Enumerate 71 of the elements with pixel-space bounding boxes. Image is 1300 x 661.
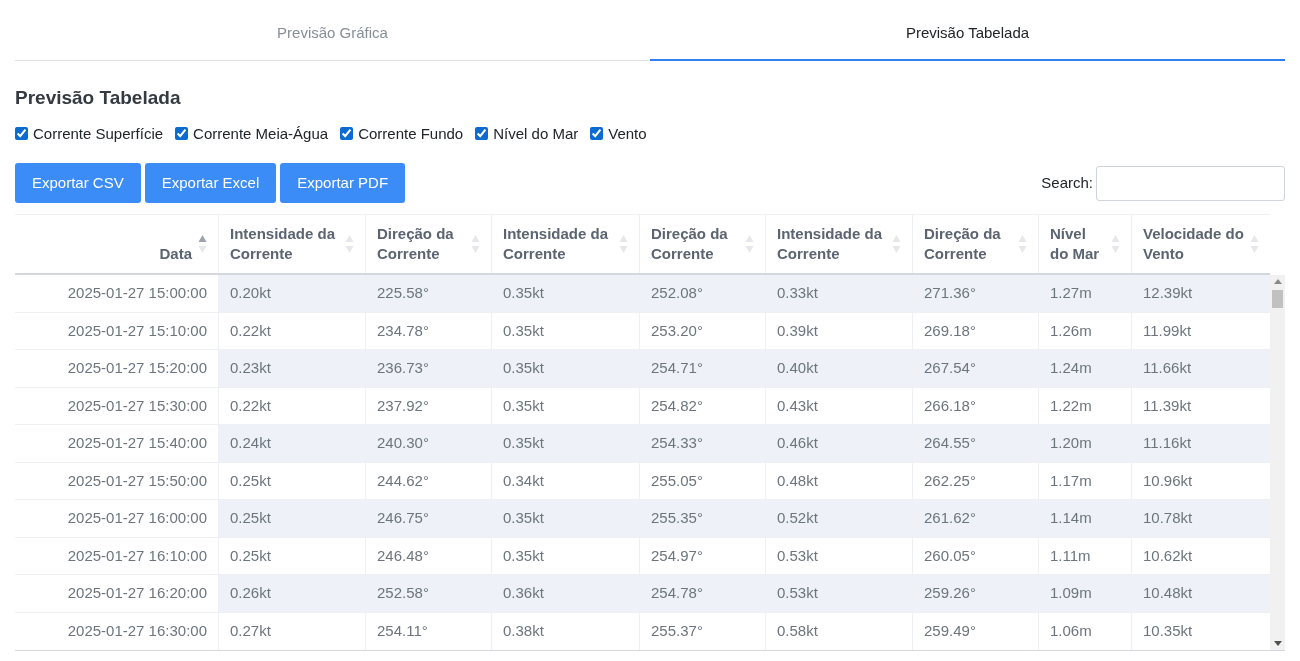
table-cell: 1.27m [1038,275,1131,312]
table-cell: 0.25kt [218,500,365,537]
checkbox-label: Corrente Superfície [33,123,164,144]
table-cell: 1.14m [1038,500,1131,537]
table-cell: 254.78° [639,575,765,612]
checkbox-label: Vento [608,123,647,144]
search-label: Search: [1041,172,1093,193]
section-heading: Previsão Tabelada [15,86,182,110]
column-header[interactable]: Nível do Mar [1038,215,1131,273]
table-cell: 259.26° [912,575,1038,612]
table-cell: 0.36kt [491,575,639,612]
tab[interactable]: Previsão Gráfica [15,0,650,61]
column-header[interactable]: Data [15,215,218,273]
checkbox-label: Corrente Fundo [358,123,464,144]
checkbox[interactable] [475,127,489,141]
tab[interactable]: Previsão Tabelada [650,0,1285,61]
export-button[interactable]: Exportar Excel [144,163,277,203]
checkbox-label: Nível do Mar [493,123,579,144]
table-cell: 11.16kt [1131,425,1270,462]
column-header[interactable]: Intensidade da Corrente [765,215,912,273]
table-cell: 11.66kt [1131,350,1270,387]
table-cell: 0.35kt [491,350,639,387]
checkbox[interactable] [590,127,604,141]
column-header[interactable]: Direção da Corrente [639,215,765,273]
table-cell: 0.33kt [765,275,912,312]
table-cell: 0.35kt [491,275,639,312]
checkbox[interactable] [175,127,189,141]
table-cell: 0.35kt [491,425,639,462]
table-cell: 0.26kt [218,575,365,612]
table-cell: 12.39kt [1131,275,1270,312]
table-cell: 236.73° [365,350,491,387]
table-cell: 10.78kt [1131,500,1270,537]
table-cell: 0.52kt [765,500,912,537]
table-cell: 10.48kt [1131,575,1270,612]
table-cell: 267.54° [912,350,1038,387]
column-header[interactable]: Direção da Corrente [912,215,1038,273]
table-cell: 261.62° [912,500,1038,537]
table-cell: 0.40kt [765,350,912,387]
table-cell: 264.55° [912,425,1038,462]
table-cell: 0.23kt [218,350,365,387]
table-cell: 271.36° [912,275,1038,312]
table-cell: 252.08° [639,275,765,312]
table-cell: 225.58° [365,275,491,312]
table-cell: 0.46kt [765,425,912,462]
column-header[interactable]: Intensidade da Corrente [218,215,365,273]
scroll-up-icon[interactable] [1273,279,1282,284]
checkbox[interactable] [340,127,354,141]
scrollbar-thumb[interactable] [1272,290,1283,308]
column-header[interactable]: Velocidade do Vento [1131,215,1270,273]
table-cell: 252.58° [365,575,491,612]
table-cell: 246.75° [365,500,491,537]
export-button[interactable]: Exportar CSV [15,163,141,203]
scrollbar[interactable] [1270,275,1285,650]
table-cell: 240.30° [365,425,491,462]
column-header[interactable]: Direção da Corrente [365,215,491,273]
checkbox[interactable] [15,127,28,141]
table-cell: 0.35kt [491,500,639,537]
table-cell: 1.09m [1038,575,1131,612]
table-cell: 1.24m [1038,350,1131,387]
table-cell: 0.20kt [218,275,365,312]
column-header[interactable]: Intensidade da Corrente [491,215,639,273]
search-field[interactable] [1096,165,1285,201]
table-cell: 254.71° [639,350,765,387]
export-button[interactable]: Exportar PDF [280,163,406,203]
table-cell: 255.35° [639,500,765,537]
table-cell: 1.20m [1038,425,1131,462]
table-cell: 0.53kt [765,575,912,612]
checkbox-label: Corrente Meia-Água [193,123,329,144]
table-cell: 0.24kt [218,425,365,462]
table-cell: 254.33° [639,425,765,462]
scroll-down-icon[interactable] [1273,641,1282,646]
